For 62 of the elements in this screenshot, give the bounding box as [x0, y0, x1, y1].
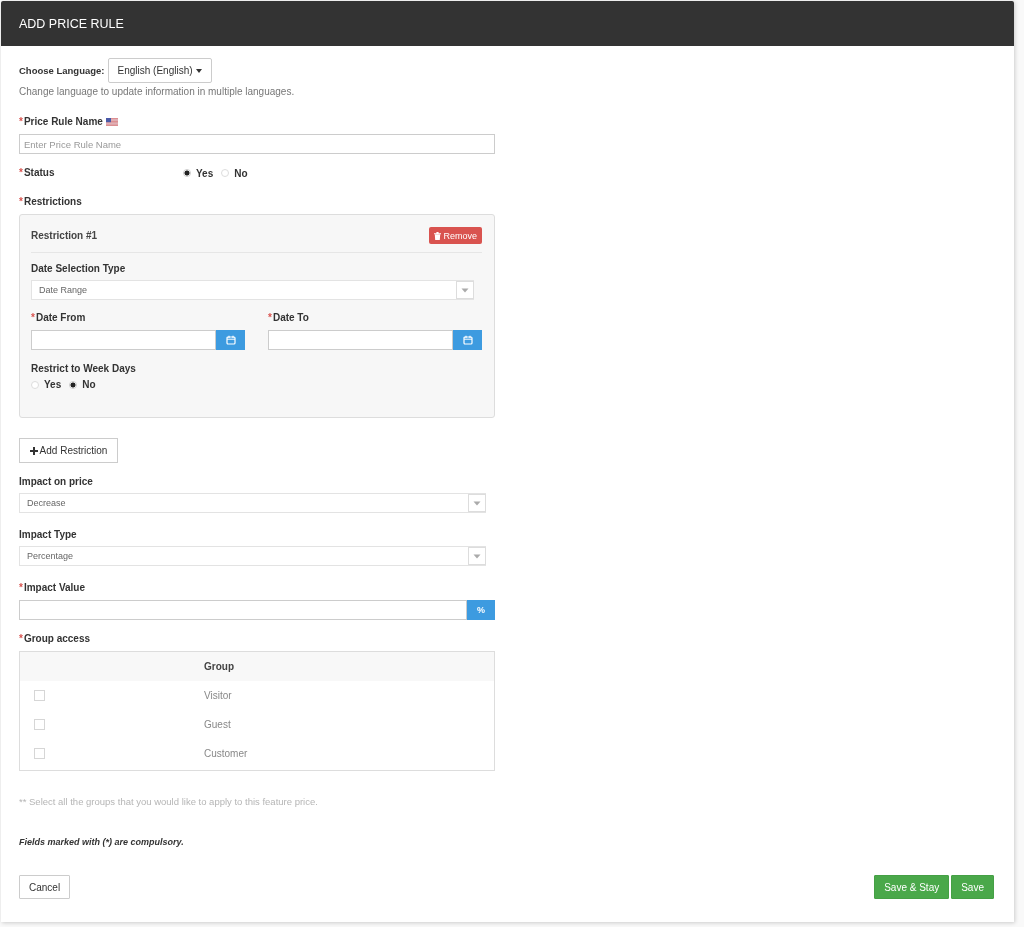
- field-label: Date Selection Type: [31, 262, 126, 276]
- help-text: Change language to update information in multiple languages.: [19, 85, 296, 98]
- date-input[interactable]: [31, 330, 216, 350]
- date-input[interactable]: [268, 330, 453, 350]
- cancel-button[interactable]: Cancel: [19, 875, 71, 899]
- field-label: Impact on price: [19, 475, 93, 489]
- caret-icon[interactable]: [456, 281, 474, 299]
- radio-label: No: [234, 167, 248, 179]
- caret-icon[interactable]: [468, 494, 486, 512]
- field-label: Price Rule Name: [23, 115, 103, 129]
- text-input[interactable]: Enter Price Rule Name: [19, 134, 495, 154]
- field-label: Status: [23, 166, 55, 180]
- field-label: Restrict to Week Days: [31, 362, 136, 376]
- dropdown-field[interactable]: Percentage: [19, 546, 486, 566]
- calendar-icon: [225, 335, 236, 345]
- field-label: Impact Type: [19, 528, 77, 542]
- dropdown-field[interactable]: Date Range: [31, 280, 474, 300]
- dropdown-field[interactable]: Decrease: [19, 493, 486, 513]
- trash-icon: [434, 231, 442, 240]
- value-input[interactable]: [19, 600, 467, 620]
- required-mark: *: [19, 581, 23, 595]
- radio-button[interactable]: [31, 380, 39, 389]
- required-mark: *: [19, 166, 23, 180]
- caret-icon[interactable]: [468, 547, 486, 565]
- remove-button[interactable]: Remove: [429, 227, 482, 244]
- column-header: Group: [204, 661, 234, 672]
- calendar-button[interactable]: [216, 330, 245, 350]
- table-cell: Visitor: [204, 690, 232, 701]
- checkbox[interactable]: [34, 748, 45, 759]
- caret-icon: [195, 68, 202, 73]
- restriction-title: Restriction #1: [31, 230, 98, 241]
- required-mark: *: [19, 632, 23, 646]
- checkbox[interactable]: [34, 690, 45, 701]
- field-label: Group access: [23, 632, 91, 646]
- add-restriction-button[interactable]: Add Restriction: [19, 438, 118, 463]
- calendar-icon: [462, 335, 473, 345]
- field-label: Date From: [35, 311, 86, 325]
- required-mark: *: [31, 311, 35, 325]
- field-label: Restrictions: [23, 195, 82, 209]
- field-label: Date To: [272, 311, 309, 325]
- table-cell: Customer: [204, 748, 248, 759]
- field-label: Impact Value: [23, 581, 86, 595]
- footnote-text: Fields marked with (*) are compulsory.: [19, 836, 185, 849]
- help-text: ** Select all the groups that you would like to apply to this feature price.: [19, 795, 319, 809]
- radio-label: Yes: [44, 379, 62, 390]
- plus-icon: [29, 446, 38, 455]
- radio-label: Yes: [196, 167, 214, 179]
- page-title: ADD PRICE RULE: [19, 16, 124, 31]
- table-cell: Guest: [204, 719, 231, 730]
- required-mark: *: [19, 195, 23, 209]
- checkbox[interactable]: [34, 719, 45, 730]
- radio-label: No: [82, 379, 96, 390]
- field-label: Choose Language:: [19, 65, 105, 76]
- language-dropdown[interactable]: English (English): [107, 58, 212, 83]
- radio-button[interactable]: [221, 169, 230, 177]
- required-mark: *: [19, 115, 23, 129]
- radio-button[interactable]: [183, 169, 191, 177]
- radio-button[interactable]: [69, 380, 78, 389]
- calendar-button[interactable]: [453, 330, 482, 350]
- unit-addon: %: [467, 600, 495, 620]
- required-mark: *: [268, 311, 272, 325]
- flag-icon: [105, 118, 118, 126]
